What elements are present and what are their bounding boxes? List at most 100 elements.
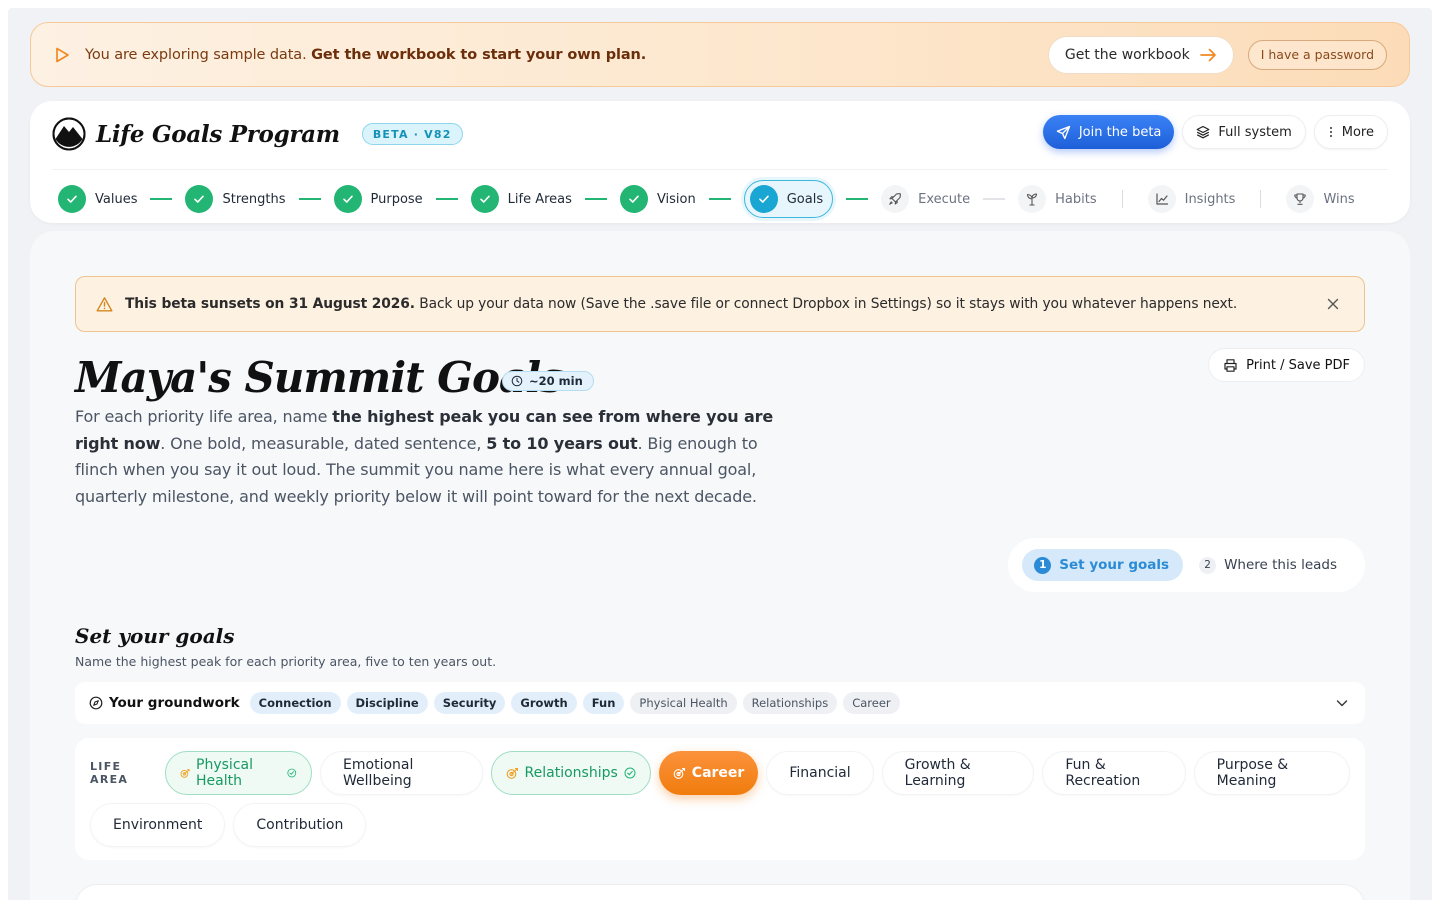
check-circle-icon <box>287 768 297 778</box>
intro-text: For each priority life area, name <box>75 407 333 426</box>
step-goals[interactable]: Goals <box>743 180 834 218</box>
life-area-fun-recreation[interactable]: Fun & Recreation <box>1042 751 1186 795</box>
print-save-pdf-button[interactable]: Print / Save PDF <box>1208 348 1365 382</box>
have-password-button[interactable]: I have a password <box>1247 39 1387 70</box>
more-button[interactable]: More <box>1313 115 1388 149</box>
groundwork-panel[interactable]: Your groundwork Connection Discipline Se… <box>75 682 1365 724</box>
alert-bold: This beta sunsets on 31 August 2026. <box>125 296 415 312</box>
header-card: Life Goals Program BETA · V82 Join the b… <box>30 101 1410 223</box>
layers-icon <box>1196 125 1210 139</box>
step-connector <box>150 198 173 200</box>
life-area-emotional-wellbeing[interactable]: Emotional Wellbeing <box>320 751 483 795</box>
page-title: Maya's Summit Goals <box>75 353 564 402</box>
join-beta-label: Join the beta <box>1078 124 1162 140</box>
tab-where-this-leads[interactable]: 2 Where this leads <box>1199 549 1351 581</box>
target-arrow-icon <box>673 767 685 779</box>
more-vertical-icon <box>1329 126 1332 138</box>
arrow-right-icon <box>1199 48 1216 61</box>
life-area-name: Financial <box>789 765 851 781</box>
app-frame: You are exploring sample data. Get the w… <box>8 8 1432 900</box>
step-connector <box>298 198 321 200</box>
clock-icon <box>511 375 523 387</box>
life-area-row: Environment Contribution <box>90 802 1350 848</box>
area-chip: Career <box>843 692 900 714</box>
alert-message: Back up your data now (Save the .save fi… <box>419 296 1238 312</box>
step-execute[interactable]: Execute <box>881 179 970 219</box>
step-label: Strengths <box>222 191 286 207</box>
step-vision[interactable]: Vision <box>619 179 696 219</box>
intro-emphasis: 5 to 10 years out <box>486 433 638 453</box>
life-area-purpose-meaning[interactable]: Purpose & Meaning <box>1193 751 1351 795</box>
alert-text: This beta sunsets on 31 August 2026. Bac… <box>125 296 1237 312</box>
step-label: Execute <box>918 191 971 207</box>
step-insights[interactable]: Insights <box>1147 179 1236 219</box>
step-purpose[interactable]: Purpose <box>333 179 423 219</box>
join-beta-button[interactable]: Join the beta <box>1042 115 1175 149</box>
sprout-icon <box>1018 185 1047 213</box>
full-system-button[interactable]: Full system <box>1182 115 1306 149</box>
value-chip: Discipline <box>346 692 428 714</box>
life-area-career[interactable]: Career <box>658 751 759 795</box>
life-area-growth-learning[interactable]: Growth & Learning <box>881 751 1035 795</box>
life-area-name: Environment <box>113 817 203 833</box>
tab-label: Set your goals <box>1059 557 1170 573</box>
intro-paragraph: For each priority life area, name the hi… <box>75 404 805 510</box>
step-connector <box>983 198 1006 200</box>
step-wins[interactable]: Wins <box>1286 179 1355 219</box>
life-area-row: LIFE AREA Physical Health Emotional Well… <box>90 750 1351 796</box>
brand-name: Life Goals Program <box>96 120 340 148</box>
life-area-financial[interactable]: Financial <box>766 751 874 795</box>
life-area-contribution[interactable]: Contribution <box>233 803 367 847</box>
sample-data-banner: You are exploring sample data. Get the w… <box>30 22 1410 87</box>
print-label: Print / Save PDF <box>1246 357 1350 373</box>
beta-badge: BETA · V82 <box>361 123 463 145</box>
check-icon <box>333 185 362 213</box>
step-label: Habits <box>1055 191 1097 207</box>
close-icon[interactable] <box>1326 297 1340 311</box>
send-icon <box>1056 125 1071 139</box>
step-label: Vision <box>656 191 696 207</box>
tab-number: 1 <box>1034 556 1052 574</box>
tab-set-your-goals[interactable]: 1 Set your goals <box>1022 549 1184 581</box>
sample-banner-text: You are exploring sample data. <box>85 46 307 63</box>
step-life-areas[interactable]: Life Areas <box>470 179 572 219</box>
value-chip: Security <box>433 692 506 714</box>
life-area-selector: LIFE AREA Physical Health Emotional Well… <box>75 738 1365 860</box>
step-strengths[interactable]: Strengths <box>185 179 286 219</box>
chevron-down-icon[interactable] <box>1335 696 1349 710</box>
step-label: Purpose <box>370 191 423 207</box>
step-separator <box>1121 190 1123 208</box>
main-content: This beta sunsets on 31 August 2026. Bac… <box>30 231 1410 900</box>
tab-number: 2 <box>1199 556 1217 574</box>
printer-icon <box>1224 358 1237 372</box>
play-icon <box>56 47 69 62</box>
life-area-relationships[interactable]: Relationships <box>490 751 651 795</box>
check-icon <box>749 185 778 213</box>
rocket-icon <box>881 185 910 213</box>
time-estimate-badge: ~20 min <box>502 371 594 391</box>
life-area-label: LIFE AREA <box>90 760 129 786</box>
life-area-environment[interactable]: Environment <box>90 803 226 847</box>
life-area-physical-health[interactable]: Physical Health <box>164 751 313 795</box>
step-values[interactable]: Values <box>58 179 137 219</box>
intro-text: . One bold, measurable, dated sentence, <box>160 433 487 453</box>
step-label: Insights <box>1184 191 1236 207</box>
life-area-name: Contribution <box>256 817 344 833</box>
trophy-icon <box>1286 185 1315 213</box>
get-workbook-button[interactable]: Get the workbook <box>1047 35 1234 74</box>
check-icon <box>470 185 499 213</box>
check-icon <box>619 185 648 213</box>
get-workbook-label: Get the workbook <box>1064 46 1190 63</box>
life-area-name: Relationships <box>524 765 618 781</box>
check-icon <box>185 185 214 213</box>
check-circle-icon <box>624 767 636 779</box>
brand[interactable]: Life Goals Program BETA · V82 <box>52 117 463 151</box>
value-chip: Connection <box>249 692 341 714</box>
life-area-name: Emotional Wellbeing <box>343 757 414 789</box>
section-subtitle: Name the highest peak for each priority … <box>75 654 497 669</box>
more-label: More <box>1341 124 1374 140</box>
beta-sunset-alert: This beta sunsets on 31 August 2026. Bac… <box>75 276 1365 332</box>
target-arrow-icon <box>506 767 518 779</box>
step-habits[interactable]: Habits <box>1018 179 1097 219</box>
sample-banner-message: You are exploring sample data. Get the w… <box>85 47 646 63</box>
